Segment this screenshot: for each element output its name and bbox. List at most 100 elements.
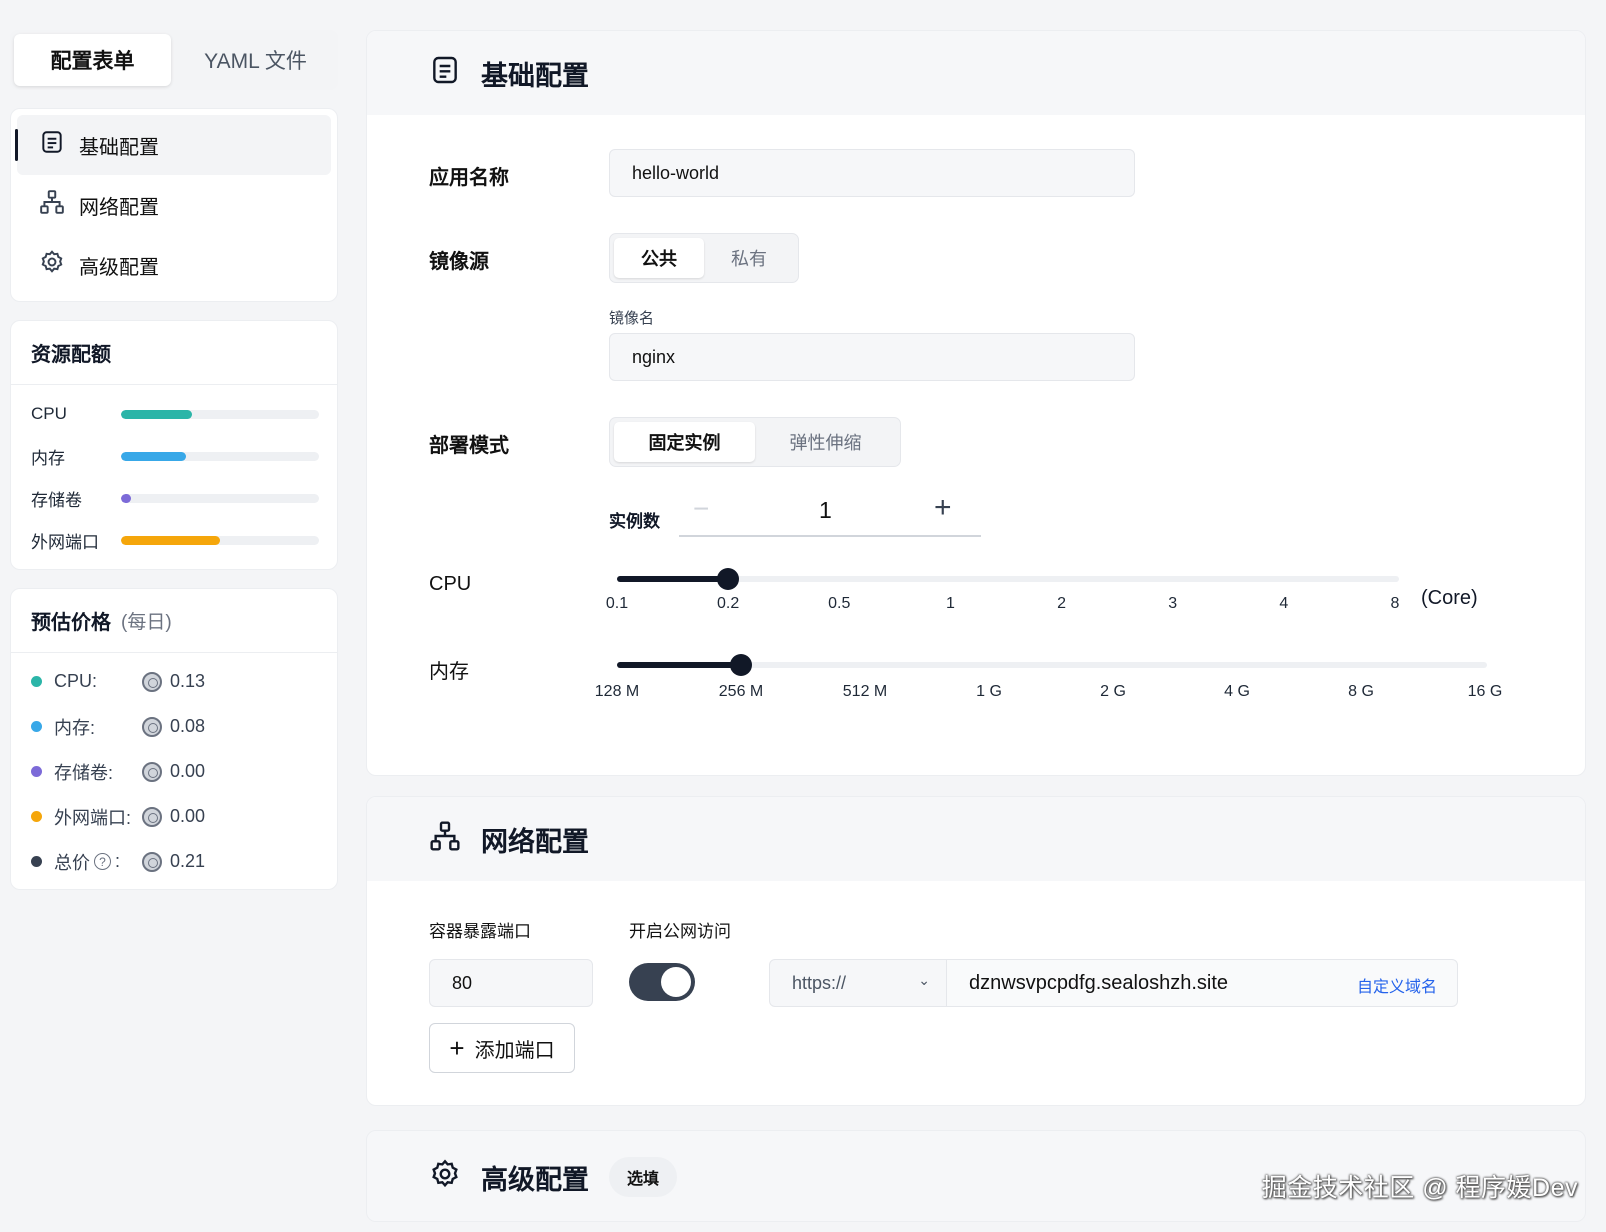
network-config-header: 网络配置 [367, 797, 1585, 881]
cpu-tick[interactable]: 1 [946, 595, 955, 613]
price-label: CPU: [54, 671, 98, 691]
memory-tick[interactable]: 2 G [1100, 683, 1126, 701]
memory-tick[interactable]: 8 G [1348, 683, 1374, 701]
deploy-mode-toggle: 固定实例 弹性伸缩 [609, 417, 901, 467]
chevron-down-icon: ⌄ [918, 972, 930, 988]
cpu-slider-fill [617, 576, 729, 582]
memory-slider-thumb[interactable] [730, 654, 752, 676]
quota-label: 存储卷 [31, 490, 82, 510]
quota-fill [121, 409, 193, 419]
cpu-tick[interactable]: 3 [1168, 595, 1177, 613]
quota-label: 外网端口 [31, 532, 99, 552]
image-source-private[interactable]: 私有 [704, 238, 794, 278]
cpu-tick[interactable]: 0.5 [828, 595, 850, 613]
instances-stepper: − 1 + [679, 487, 981, 537]
price-row-storage: 存储卷: 0.00 [11, 749, 337, 794]
cpu-tick[interactable]: 4 [1279, 595, 1288, 613]
quota-fill [121, 451, 187, 461]
cpu-slider-thumb[interactable] [717, 568, 740, 590]
custom-domain-link[interactable]: 自定义域名 [1357, 973, 1437, 997]
legend-dot [31, 721, 42, 732]
memory-tick[interactable]: 128 M [595, 683, 639, 701]
optional-badge: 选填 [609, 1157, 678, 1197]
price-label-total: 总价 ? : [54, 849, 142, 875]
memory-tick[interactable]: 1 G [976, 683, 1002, 701]
price-title: 预估价格 (每日) [11, 589, 337, 653]
nav-item-advanced[interactable]: 高级配置 [17, 235, 331, 295]
cpu-tick[interactable]: 8 [1391, 595, 1400, 613]
exposed-port-label: 容器暴露端口 [429, 922, 531, 941]
memory-label: 内存 [429, 661, 469, 683]
tab-yaml-file[interactable]: YAML 文件 [177, 34, 334, 86]
price-title-text: 预估价格 [31, 612, 111, 634]
cpu-unit: (Core) [1421, 587, 1478, 609]
port-input[interactable]: 80 [429, 959, 593, 1007]
quota-row-cpu: CPU [11, 393, 337, 435]
gear-icon [429, 1158, 461, 1197]
legend-dot [31, 856, 42, 867]
price-label: 外网端口: [54, 807, 132, 828]
cpu-tick[interactable]: 2 [1057, 595, 1066, 613]
public-access-label: 开启公网访问 [629, 922, 731, 941]
quota-label: 内存 [31, 448, 65, 468]
domain-input[interactable]: dznwsvpcpdfg.sealoshzh.site 自定义域名 [946, 959, 1458, 1007]
cpu-tick[interactable]: 0.2 [717, 595, 739, 613]
watermark: 掘金技术社区 @ 程序媛Dev [1261, 1174, 1578, 1202]
quota-title: 资源配额 [11, 321, 337, 385]
image-source-toggle: 公共 私有 [609, 233, 799, 283]
public-access-toggle[interactable] [629, 963, 695, 1001]
memory-slider-fill [617, 662, 741, 668]
memory-tick[interactable]: 256 M [719, 683, 763, 701]
price-row-public-port: 外网端口: 0.00 [11, 794, 337, 839]
section-title: 网络配置 [481, 826, 589, 857]
nav-item-basic[interactable]: 基础配置 [15, 115, 331, 175]
instances-value[interactable]: 1 [819, 497, 832, 524]
app-name-input[interactable]: hello-world [609, 149, 1135, 197]
basic-config-header: 基础配置 [367, 31, 1585, 115]
network-config-section: 网络配置 容器暴露端口 开启公网访问 80 https:// ⌄ dznwsvp… [366, 796, 1586, 1106]
quota-label: CPU [31, 404, 67, 423]
add-port-button[interactable]: + 添加端口 [429, 1023, 575, 1073]
section-title: 基础配置 [481, 60, 589, 91]
price-label: 总价 [54, 852, 90, 873]
protocol-value: https:// [792, 972, 847, 993]
image-name-label: 镜像名 [609, 310, 655, 327]
help-icon[interactable]: ? [94, 853, 111, 870]
legend-dot [31, 811, 42, 822]
memory-tick[interactable]: 16 G [1468, 683, 1503, 701]
quota-row-memory: 内存 [11, 435, 337, 477]
basic-config-section: 基础配置 应用名称 hello-world 镜像源 公共 私有 镜像名 ngin… [366, 30, 1586, 776]
deploy-mode-autoscale[interactable]: 弹性伸缩 [755, 422, 896, 462]
price-label: 存储卷: [54, 762, 114, 783]
price-row-cpu: CPU: 0.13 [11, 659, 337, 704]
quota-row-storage: 存储卷 [11, 477, 337, 519]
price-value: 0.08 [170, 716, 206, 736]
image-name-input[interactable]: nginx [609, 333, 1135, 381]
quota-fill [121, 493, 131, 503]
deploy-mode-label: 部署模式 [429, 435, 509, 457]
image-source-public[interactable]: 公共 [614, 238, 704, 278]
nav-label: 高级配置 [79, 256, 159, 279]
deploy-mode-fixed[interactable]: 固定实例 [614, 422, 755, 462]
section-title: 高级配置 [481, 1164, 589, 1195]
quota-bar [121, 409, 319, 419]
quota-row-public-port: 外网端口 [11, 519, 337, 561]
memory-tick[interactable]: 512 M [843, 683, 887, 701]
quota-bar [121, 493, 319, 503]
quota-bar [121, 535, 319, 545]
gear-icon [39, 249, 65, 281]
nav-item-network[interactable]: 网络配置 [17, 175, 331, 235]
price-value: 0.00 [170, 761, 206, 781]
decrement-icon[interactable]: − [693, 493, 709, 525]
price-label-suffix: : [115, 851, 121, 871]
cpu-tick[interactable]: 0.1 [606, 595, 628, 613]
quota-fill [121, 535, 220, 545]
price-row-memory: 内存: 0.08 [11, 704, 337, 749]
protocol-select[interactable]: https:// ⌄ [769, 959, 947, 1007]
increment-icon[interactable]: + [934, 491, 952, 525]
tab-config-form[interactable]: 配置表单 [14, 34, 171, 86]
coin-icon [142, 716, 162, 737]
price-value: 0.13 [170, 671, 206, 691]
domain-value: dznwsvpcpdfg.sealoshzh.site [969, 971, 1229, 994]
memory-tick[interactable]: 4 G [1224, 683, 1250, 701]
